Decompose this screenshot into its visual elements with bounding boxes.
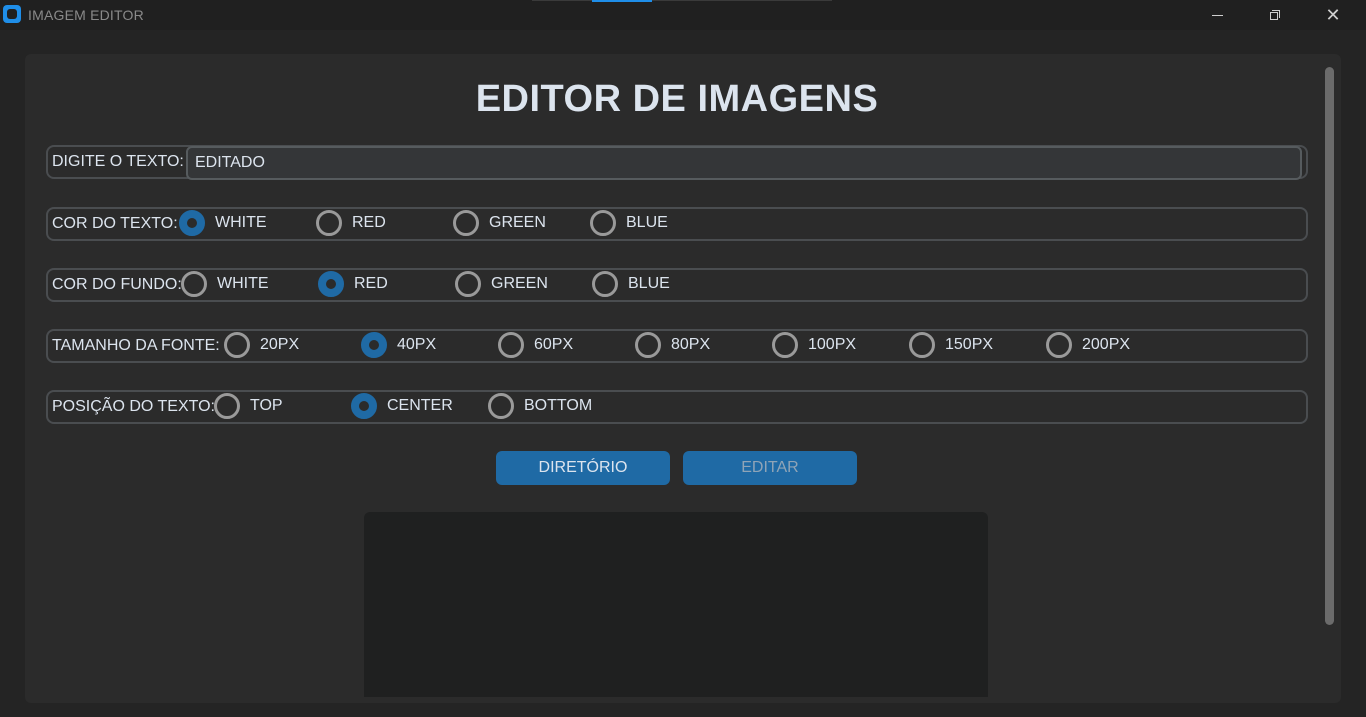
text-position-bottom-radio[interactable]: BOTTOM (488, 393, 592, 419)
font-size-200px-radio[interactable]: 200PX (1046, 332, 1130, 358)
text-color-green-radio[interactable]: GREEN (453, 210, 546, 236)
radio-label: WHITE (217, 275, 269, 292)
bg-color-green-radio[interactable]: GREEN (455, 271, 548, 297)
text-color-red-radio[interactable]: RED (316, 210, 386, 236)
bg-color-blue-radio[interactable]: BLUE (592, 271, 670, 297)
radio-dot (455, 271, 481, 297)
radio-dot (181, 271, 207, 297)
page-title: EDITOR DE IMAGENS (475, 78, 879, 120)
radio-dot (351, 393, 377, 419)
window-title: IMAGEM EDITOR (28, 7, 144, 23)
restore-icon (1270, 10, 1280, 20)
font-size-label: TAMANHO DA FONTE: (52, 337, 224, 355)
text-position-center-radio[interactable]: CENTER (351, 393, 453, 419)
radio-label: GREEN (489, 214, 546, 231)
text-color-blue-radio[interactable]: BLUE (590, 210, 668, 236)
radio-label: RED (354, 275, 388, 292)
app-icon (3, 5, 21, 23)
font-size-60px-radio[interactable]: 60PX (498, 332, 573, 358)
radio-dot (361, 332, 387, 358)
radio-label: CENTER (387, 397, 453, 414)
bg-color-label: COR DO FUNDO: (52, 276, 186, 294)
radio-dot (1046, 332, 1072, 358)
font-size-80px-radio[interactable]: 80PX (635, 332, 710, 358)
text-input-label: DIGITE O TEXTO: (52, 153, 188, 171)
radio-dot (498, 332, 524, 358)
radio-label: 20PX (260, 336, 300, 353)
bg-color-white-radio[interactable]: WHITE (181, 271, 269, 297)
text-position-top-radio[interactable]: TOP (214, 393, 283, 419)
font-size-40px-radio[interactable]: 40PX (361, 332, 436, 358)
radio-dot (318, 271, 344, 297)
image-preview (364, 512, 988, 697)
restore-button[interactable] (1246, 0, 1304, 30)
font-size-150px-radio[interactable]: 150PX (909, 332, 993, 358)
font-size-100px-radio[interactable]: 100PX (772, 332, 856, 358)
title-bar: IMAGEM EDITOR ✕ (0, 0, 1366, 30)
radio-dot (772, 332, 798, 358)
radio-dot (214, 393, 240, 419)
text-color-label: COR DO TEXTO: (52, 215, 182, 233)
radio-label: BOTTOM (524, 397, 593, 414)
minimize-button[interactable] (1188, 0, 1246, 30)
radio-dot (635, 332, 661, 358)
radio-label: BLUE (626, 214, 668, 231)
radio-label: 60PX (534, 336, 574, 353)
title-bar-divider (532, 0, 832, 1)
minimize-icon (1211, 14, 1223, 16)
radio-dot (909, 332, 935, 358)
radio-dot (488, 393, 514, 419)
scrollbar[interactable] (1325, 67, 1334, 625)
edit-button[interactable]: EDITAR (683, 451, 857, 485)
radio-label: GREEN (491, 275, 548, 292)
text-input[interactable] (186, 146, 1302, 180)
radio-label: WHITE (215, 214, 267, 231)
radio-dot (316, 210, 342, 236)
radio-dot (453, 210, 479, 236)
radio-label: 200PX (1082, 336, 1131, 353)
text-position-label: POSIÇÃO DO TEXTO: (52, 398, 219, 416)
radio-dot (224, 332, 250, 358)
radio-label: 80PX (671, 336, 711, 353)
title-bar-accent (592, 0, 652, 2)
text-color-white-radio[interactable]: WHITE (179, 210, 267, 236)
radio-label: TOP (250, 397, 283, 414)
radio-label: BLUE (628, 275, 670, 292)
radio-dot (590, 210, 616, 236)
radio-label: 100PX (808, 336, 857, 353)
directory-button[interactable]: DIRETÓRIO (496, 451, 670, 485)
radio-dot (592, 271, 618, 297)
font-size-20px-radio[interactable]: 20PX (224, 332, 299, 358)
close-button[interactable]: ✕ (1304, 0, 1362, 30)
radio-label: 40PX (397, 336, 437, 353)
close-icon: ✕ (1325, 4, 1341, 25)
radio-label: 150PX (945, 336, 994, 353)
bg-color-red-radio[interactable]: RED (318, 271, 388, 297)
radio-label: RED (352, 214, 386, 231)
radio-dot (179, 210, 205, 236)
